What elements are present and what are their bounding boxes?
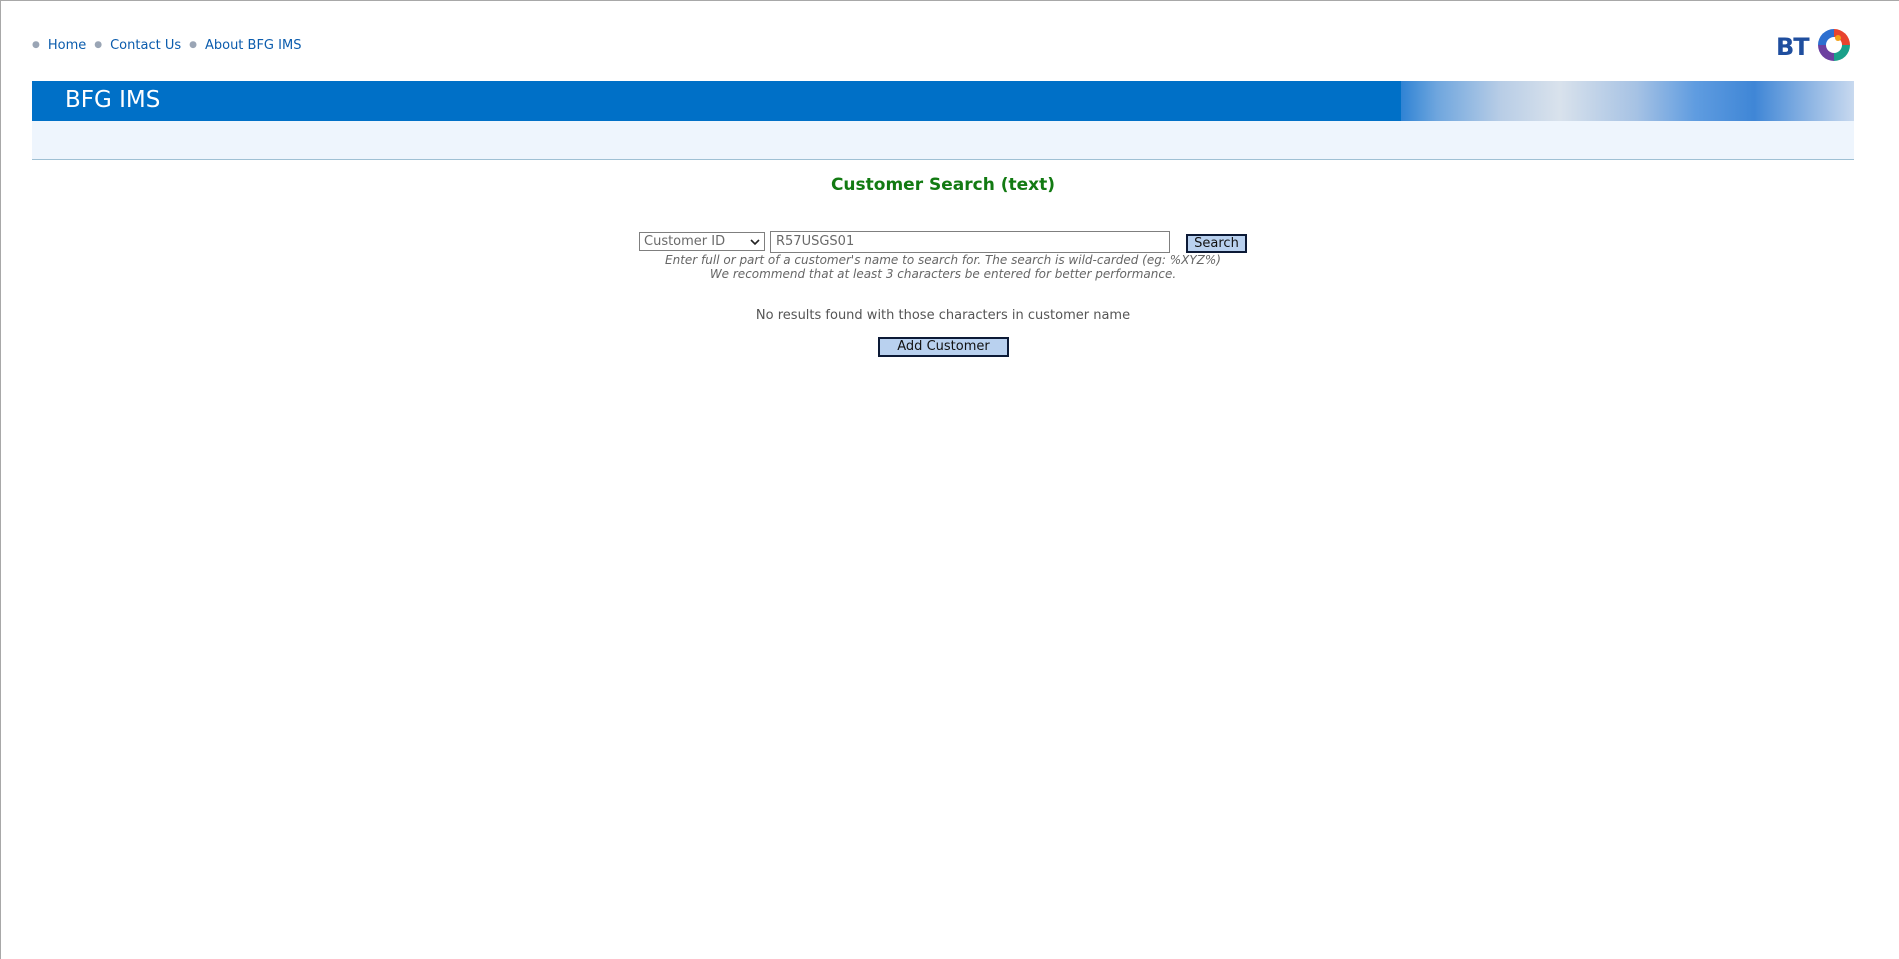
nav-bullet-icon: ● [94,39,103,50]
bt-piper-icon [1818,29,1850,61]
search-hint-line-1: Enter full or part of a customer's name … [665,253,1221,267]
search-hint-line-2: We recommend that at least 3 characters … [709,267,1177,281]
search-form: Customer ID R57USGS01 Search [639,230,1247,253]
search-hint: Enter full or part of a customer's name … [32,253,1854,281]
no-results-message: No results found with those characters i… [755,308,1131,323]
header-banner: BFG IMS [32,81,1854,121]
nav-link-about[interactable]: About BFG IMS [205,38,301,53]
bt-logo-text: BT [1776,33,1810,61]
nav-bullet-icon: ● [189,39,197,50]
bt-logo: BT [1776,25,1854,65]
chevron-down-icon [750,239,760,246]
top-nav: ● Home ● Contact Us ● About BFG IMS [32,38,309,53]
app-title: BFG IMS [65,87,161,113]
search-field-select[interactable]: Customer ID [639,232,765,251]
search-input[interactable]: R57USGS01 [770,230,1170,253]
nav-link-home[interactable]: Home [48,38,86,53]
search-button[interactable]: Search [1186,234,1247,253]
nav-link-contact-us[interactable]: Contact Us [110,38,181,53]
sub-header-bar [32,121,1854,160]
page-title: Customer Search (text) [830,175,1056,195]
add-customer-button[interactable]: Add Customer [878,337,1009,357]
banner-photo [1401,81,1854,121]
search-field-selected-value: Customer ID [644,234,726,249]
nav-bullet-icon: ● [32,39,40,50]
